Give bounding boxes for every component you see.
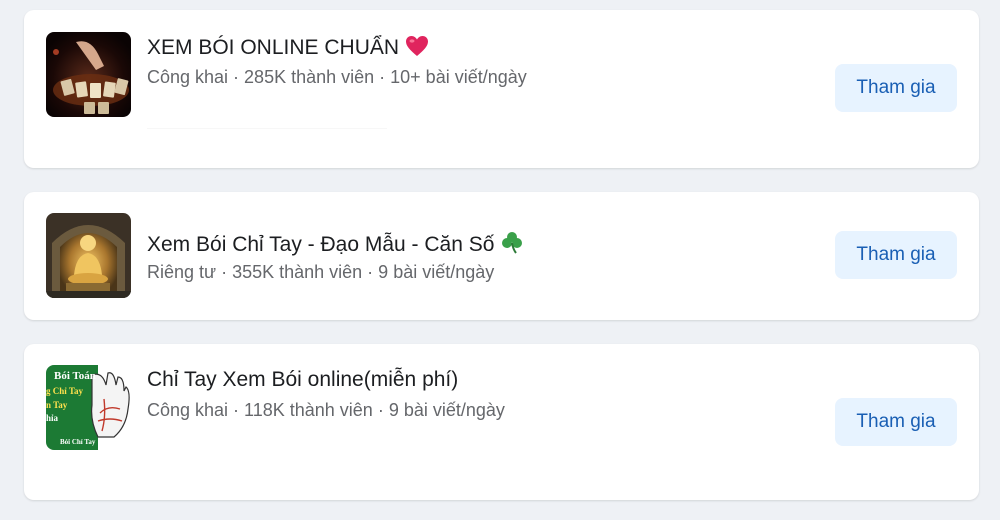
group-card[interactable]: Bói Toán g Chỉ Tay n Tay hỉa Bói Chỉ Tay… [24, 344, 979, 500]
group-name[interactable]: XEM BÓI ONLINE CHUẨN [147, 35, 429, 63]
group-meta: Công khai · 118K thành viên · 9 bài viết… [147, 400, 505, 420]
group-name[interactable]: Xem Bói Chỉ Tay - Đạo Mẫu - Căn Số [147, 230, 524, 260]
thumbnail-text-5: Bói Chỉ Tay [60, 438, 96, 446]
group-card[interactable]: XEM BÓI ONLINE CHUẨN Công khai · 285K th… [24, 10, 979, 168]
group-card[interactable]: Xem Bói Chỉ Tay - Đạo Mẫu - Căn Số Riêng… [24, 192, 979, 320]
join-group-button[interactable]: Tham gia [835, 231, 957, 279]
tarot-cards-image [46, 32, 131, 117]
golden-buddha-image [46, 213, 131, 298]
thumbnail-text-4: hỉa [46, 413, 59, 423]
group-thumbnail-tarot[interactable] [46, 32, 131, 117]
group-name-text[interactable]: XEM BÓI ONLINE CHUẨN [147, 36, 399, 59]
group-thumbnail-palm[interactable]: Bói Toán g Chỉ Tay n Tay hỉa Bói Chỉ Tay [46, 365, 131, 450]
join-group-button[interactable]: Tham gia [835, 398, 957, 446]
group-thumbnail-buddha[interactable] [46, 213, 131, 298]
join-group-button[interactable]: Tham gia [835, 64, 957, 112]
group-name-text[interactable]: Xem Bói Chỉ Tay - Đạo Mẫu - Căn Số [147, 233, 494, 256]
group-name[interactable]: Chỉ Tay Xem Bói online(miễn phí) [147, 368, 458, 392]
thumbnail-text-1: Bói Toán [54, 370, 96, 382]
palm-reading-image: Bói Toán g Chỉ Tay n Tay hỉa Bói Chỉ Tay [46, 365, 131, 450]
divider [147, 128, 387, 129]
group-meta: Công khai · 285K thành viên · 10+ bài vi… [147, 67, 527, 87]
thumbnail-text-3: n Tay [46, 400, 68, 410]
group-suggestion-list: XEM BÓI ONLINE CHUẨN Công khai · 285K th… [0, 0, 1000, 520]
red-heart-icon [405, 35, 429, 63]
thumbnail-text-2: g Chỉ Tay [46, 386, 84, 396]
group-meta: Riêng tư · 355K thành viên · 9 bài viết/… [147, 262, 495, 282]
shamrock-icon [500, 230, 524, 260]
